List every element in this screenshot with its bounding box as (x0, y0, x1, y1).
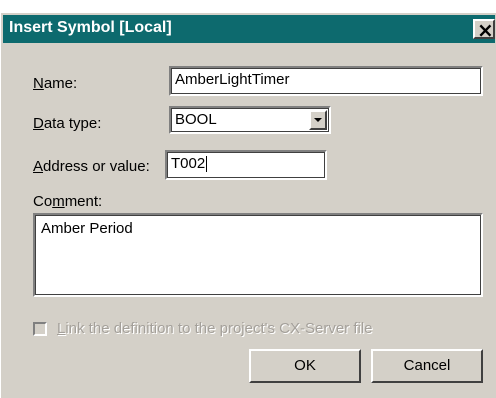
name-label: Name: (33, 75, 78, 92)
comment-value: Amber Period (41, 220, 133, 237)
datatype-select[interactable]: BOOL (169, 106, 331, 134)
link-checkbox[interactable] (33, 322, 47, 336)
ok-button[interactable]: OK (249, 349, 361, 383)
text-cursor (206, 156, 208, 173)
link-checkbox-label: Link the definition to the project's CX-… (57, 320, 373, 337)
datatype-label: Data type: (33, 115, 102, 132)
window-title: Insert Symbol [Local] (9, 19, 172, 36)
title-bar: Insert Symbol [Local] × (3, 15, 495, 43)
name-input[interactable]: AmberLightTimer (169, 66, 483, 96)
datatype-value: BOOL (175, 111, 217, 128)
address-input[interactable]: T002 (165, 150, 327, 180)
chevron-down-icon[interactable] (309, 110, 327, 130)
cancel-button[interactable]: Cancel (371, 349, 483, 383)
close-icon: × (477, 18, 494, 42)
comment-label: Comment: (33, 193, 103, 210)
comment-textarea[interactable]: Amber Period (33, 213, 483, 297)
address-value: T002 (171, 155, 206, 172)
name-value: AmberLightTimer (175, 71, 290, 88)
insert-symbol-dialog: Insert Symbol [Local] × Name: AmberLight… (0, 12, 496, 398)
address-label: Address or value: (33, 158, 150, 175)
close-button[interactable]: × (473, 18, 495, 42)
